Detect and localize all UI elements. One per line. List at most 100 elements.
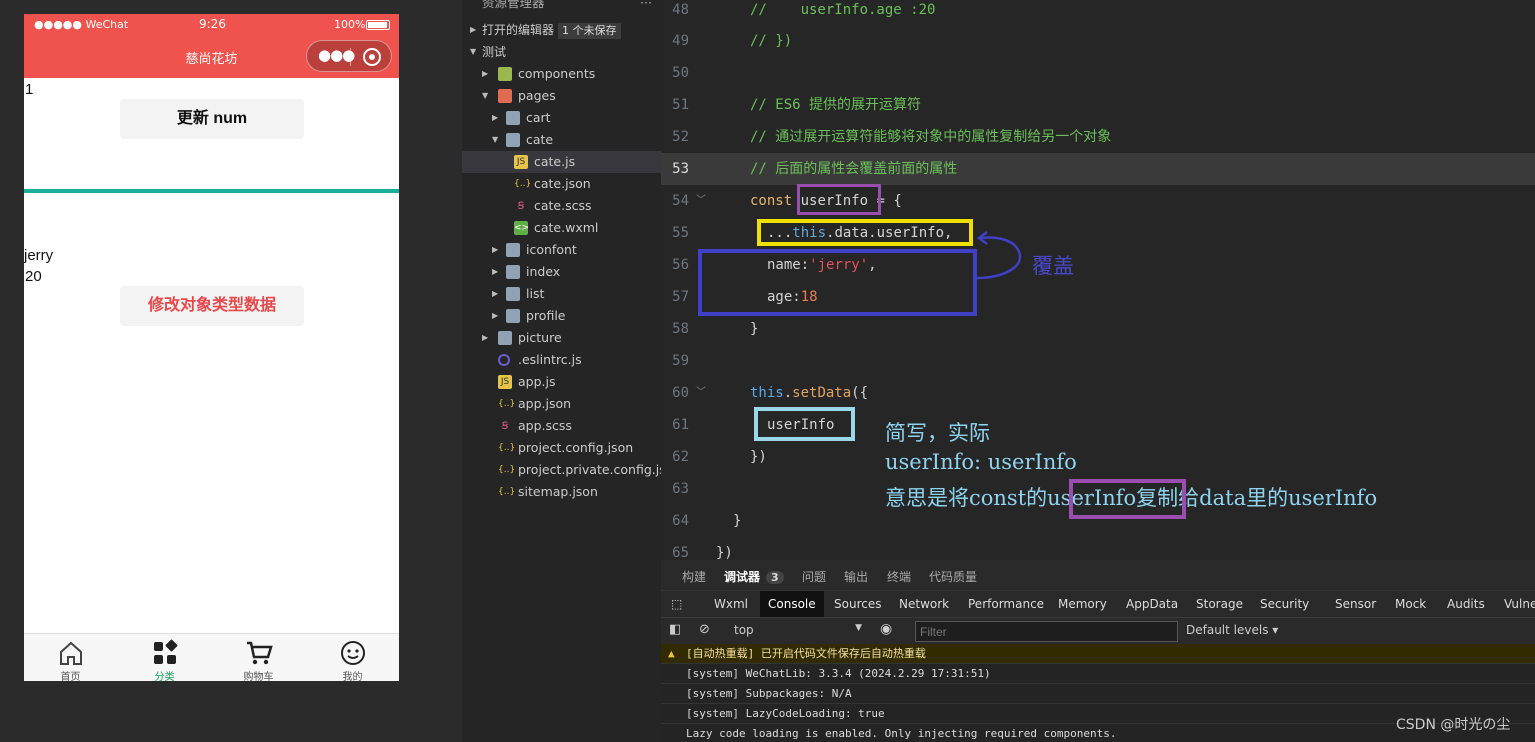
- project-section[interactable]: ▼ 测试: [462, 41, 661, 63]
- tree-item-eslintrc[interactable]: .eslintrc.js: [462, 349, 661, 371]
- tree-item-label: app.js: [518, 374, 556, 389]
- folder-icon: [506, 309, 520, 323]
- code-line: 60 ﹀ this.setData({: [661, 377, 1347, 409]
- override-annotation: 覆盖: [1032, 254, 1074, 278]
- tab-wxml[interactable]: Wxml: [714, 597, 748, 611]
- tab-category-label: 分类: [154, 672, 175, 681]
- code-line: 48// userInfo.age :20: [672, 2, 936, 18]
- tree-item-cate[interactable]: ▼ cate: [462, 129, 661, 151]
- tree-item-cate-js[interactable]: JS cate.js: [462, 151, 661, 173]
- tree-item-project-config[interactable]: {..} project.config.json: [462, 437, 661, 459]
- json-file-icon: {..}: [498, 487, 516, 497]
- update-num-button[interactable]: 更新 num: [120, 99, 304, 139]
- tab-category[interactable]: 分类: [118, 634, 211, 681]
- eye-icon[interactable]: ◉: [880, 621, 892, 637]
- bottom-panel-tabs: 构建 调试器 3 问题 输出 终端 代码质量: [661, 560, 1535, 590]
- code-editor[interactable]: 48// userInfo.age :20 49// }) 50 51// ES…: [661, 0, 1535, 560]
- tab-sources[interactable]: Sources: [834, 597, 881, 611]
- tree-item-label: profile: [526, 308, 566, 323]
- home-icon: [59, 641, 82, 665]
- chevron-right-icon: ▶: [492, 245, 499, 254]
- tab-cart[interactable]: 购物车: [212, 634, 305, 681]
- tree-item-label: project.config.json: [518, 440, 634, 455]
- console-message: [system] WeChatLib: 3.3.4 (2024.2.29 17:…: [661, 664, 1535, 684]
- tab-profile[interactable]: 我的: [306, 634, 399, 681]
- tree-item-app-json[interactable]: {..} app.json: [462, 393, 661, 415]
- tab-audits[interactable]: Audits: [1447, 597, 1485, 611]
- tree-item-label: app.json: [518, 396, 572, 411]
- tree-item-label: cart: [526, 110, 551, 125]
- open-editors-section[interactable]: ▶ 打开的编辑器 1 个未保存: [462, 19, 661, 41]
- nav-bar: 慈尚花坊 ●●●: [24, 36, 399, 78]
- category-icon: [153, 639, 177, 664]
- tree-item-cate-wxml[interactable]: <> cate.wxml: [462, 217, 661, 239]
- capsule-menu[interactable]: ●●●: [306, 40, 392, 72]
- console-filter-input[interactable]: [915, 621, 1178, 642]
- tab-console[interactable]: Console: [760, 591, 824, 618]
- spread-highlight-box: [757, 219, 973, 246]
- tree-item-pages[interactable]: ▼ pages: [462, 85, 661, 107]
- log-levels-select[interactable]: Default levels ▾: [1186, 623, 1278, 637]
- tree-item-cate-json[interactable]: {..} cate.json: [462, 173, 661, 195]
- tree-item-app-scss[interactable]: ꞩ app.scss: [462, 415, 661, 437]
- inspect-element-icon[interactable]: ⬚: [671, 597, 682, 611]
- tab-mock[interactable]: Mock: [1395, 597, 1426, 611]
- code-line: 65}): [672, 545, 733, 560]
- tree-item-label: sitemap.json: [518, 484, 598, 499]
- console-warning: ▲ [自动热重载] 已开启代码文件保存后自动热重载: [661, 644, 1535, 664]
- tab-security[interactable]: Security: [1260, 597, 1309, 611]
- json-file-icon: {..}: [514, 179, 532, 189]
- clock-label: 9:26: [199, 17, 226, 31]
- tree-item-picture[interactable]: ▶ picture: [462, 327, 661, 349]
- tab-vulnerability[interactable]: Vulne: [1504, 597, 1535, 611]
- code-line: 58}: [672, 321, 759, 337]
- explorer-more-icon[interactable]: ···: [640, 0, 652, 14]
- simulator-panel: ●●●●● WeChat 9:26 100% 慈尚花坊 ●●● 1 更新 num…: [0, 0, 462, 742]
- sidebar-toggle-icon[interactable]: ◧: [669, 622, 681, 637]
- scss-file-icon: ꞩ: [517, 198, 525, 213]
- context-select[interactable]: top ▼: [734, 623, 862, 641]
- shorthand-annotation-2: userInfo: userInfo: [885, 450, 1077, 474]
- fold-chevron-icon[interactable]: ﹀: [696, 185, 706, 217]
- tab-appdata[interactable]: AppData: [1126, 597, 1178, 611]
- tree-item-project-private-config[interactable]: {..} project.private.config.js...: [462, 459, 661, 481]
- phone-screen: ●●●●● WeChat 9:26 100% 慈尚花坊 ●●● 1 更新 num…: [24, 14, 399, 681]
- chevron-down-icon: ▼: [492, 135, 499, 144]
- tab-code-quality[interactable]: 代码质量: [929, 568, 977, 585]
- tree-item-app-js[interactable]: JS app.js: [462, 371, 661, 393]
- section-divider: [24, 189, 399, 193]
- tab-performance[interactable]: Performance: [968, 597, 1044, 611]
- tab-network[interactable]: Network: [899, 597, 949, 611]
- tab-terminal[interactable]: 终端: [887, 568, 911, 585]
- close-mini-program-icon[interactable]: [363, 48, 381, 66]
- chevron-right-icon: ▶: [482, 333, 489, 342]
- tree-item-cate-scss[interactable]: ꞩ cate.scss: [462, 195, 661, 217]
- fold-chevron-icon[interactable]: ﹀: [696, 377, 706, 409]
- tab-sensor[interactable]: Sensor: [1335, 597, 1376, 611]
- console-toolbar: ◧ ⊘ top▼ ◉ Default levels ▾: [661, 617, 1535, 644]
- tree-item-index[interactable]: ▶ index: [462, 261, 661, 283]
- open-editors-label: 打开的编辑器 1 个未保存: [482, 19, 621, 41]
- tab-debugger[interactable]: 调试器 3: [724, 568, 784, 585]
- tab-home[interactable]: 首页: [24, 634, 117, 681]
- modify-object-button[interactable]: 修改对象类型数据: [120, 286, 304, 326]
- battery-label: 100%: [334, 18, 366, 31]
- tab-output[interactable]: 输出: [844, 568, 868, 585]
- tree-item-cart[interactable]: ▶ cart: [462, 107, 661, 129]
- tab-storage[interactable]: Storage: [1196, 597, 1243, 611]
- tree-item-label: picture: [518, 330, 562, 345]
- battery-icon: [366, 20, 390, 30]
- tab-build[interactable]: 构建: [682, 568, 706, 585]
- tree-item-list[interactable]: ▶ list: [462, 283, 661, 305]
- tree-item-sitemap[interactable]: {..} sitemap.json: [462, 481, 661, 503]
- tab-problems[interactable]: 问题: [802, 568, 826, 585]
- tree-item-iconfont[interactable]: ▶ iconfont: [462, 239, 661, 261]
- more-icon[interactable]: ●●●: [318, 46, 355, 64]
- console-message: [system] Subpackages: N/A: [661, 684, 1535, 704]
- chevron-right-icon: ▶: [470, 25, 477, 34]
- clear-console-icon[interactable]: ⊘: [699, 622, 710, 637]
- folder-open-icon: [498, 89, 512, 103]
- tree-item-components[interactable]: ▶ components: [462, 63, 661, 85]
- tree-item-profile[interactable]: ▶ profile: [462, 305, 661, 327]
- tab-memory[interactable]: Memory: [1058, 597, 1107, 611]
